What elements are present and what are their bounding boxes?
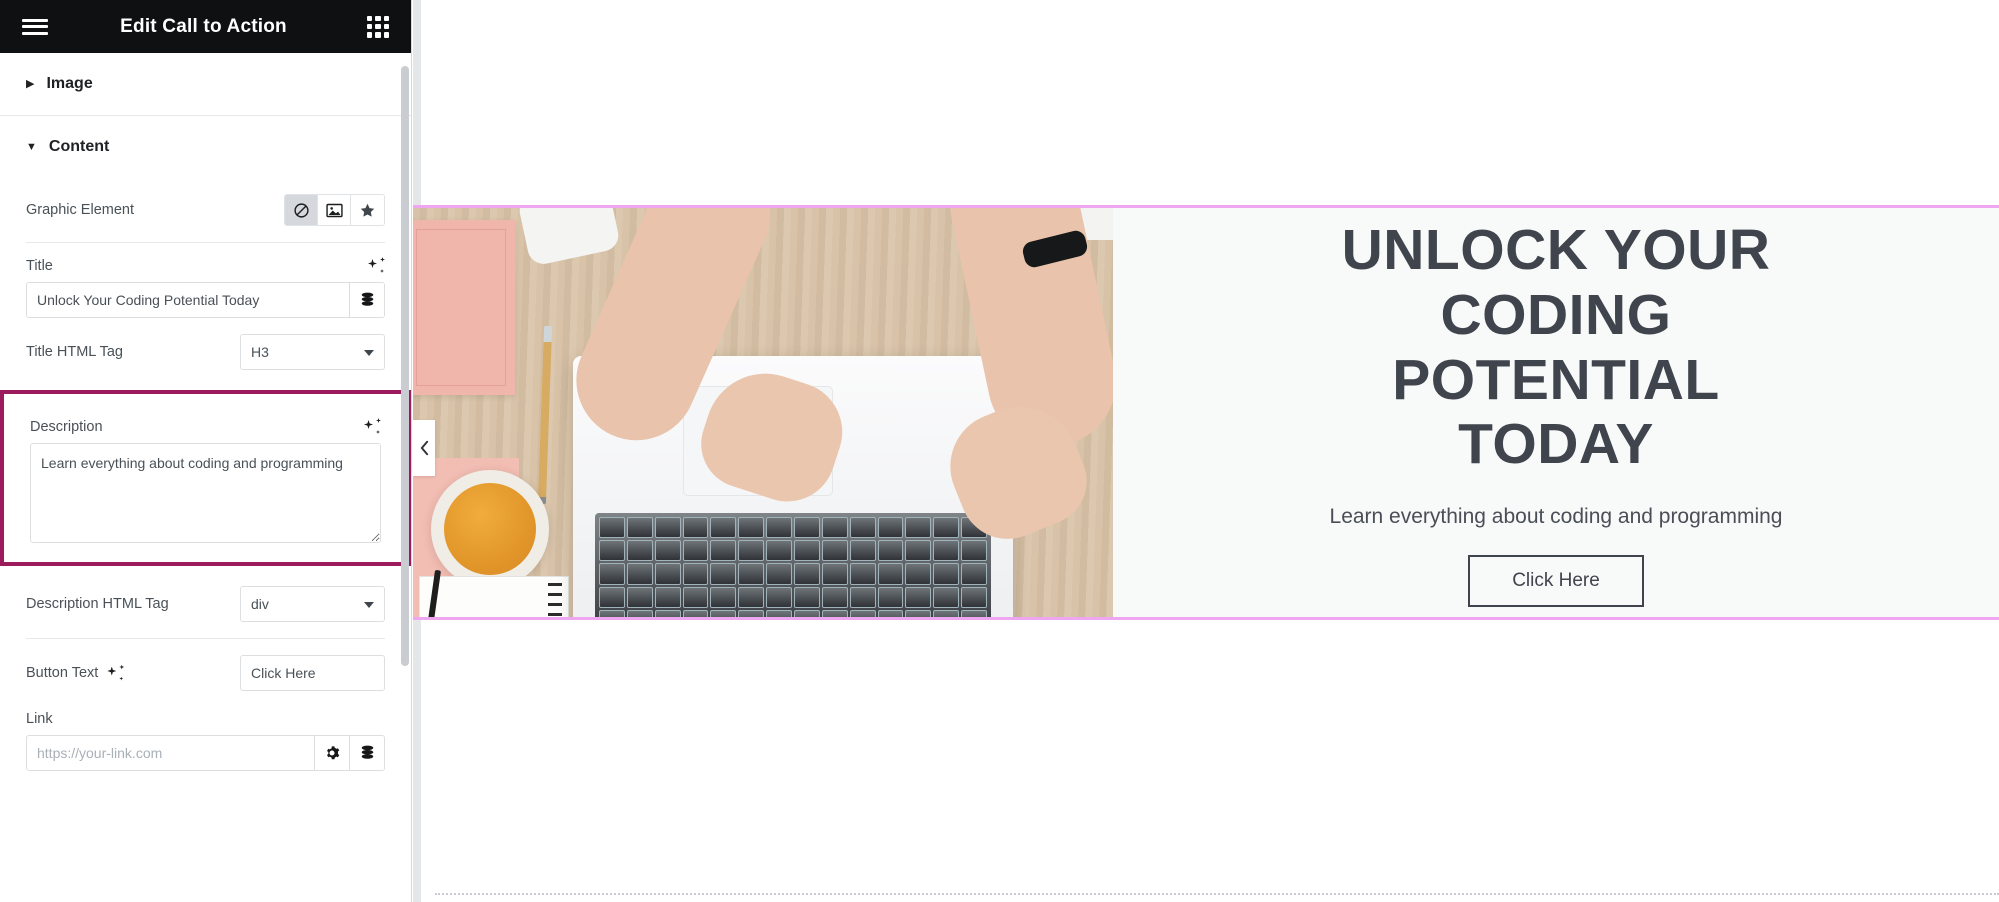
title-input[interactable] — [27, 283, 349, 317]
image-icon — [325, 203, 343, 217]
laptop-keyboard — [595, 513, 991, 617]
panel-scrollbar[interactable] — [401, 66, 409, 849]
pink-notebook — [413, 220, 515, 395]
ai-sparkle-icon[interactable] — [364, 418, 381, 435]
content-section-body: Graphic Element Title Unlock Your Coding… — [0, 178, 411, 781]
graphic-element-none-option[interactable] — [285, 195, 318, 225]
tea-cup — [431, 470, 549, 588]
page-title: Edit Call to Action — [120, 15, 287, 37]
description-html-tag-row: Description HTML Tag div — [26, 566, 385, 639]
section-content-header[interactable]: ▼ Content — [0, 116, 411, 178]
graphic-element-row: Graphic Element — [26, 178, 385, 243]
dynamic-tags-icon — [361, 745, 373, 759]
link-dynamic-tags-button[interactable] — [349, 736, 384, 770]
cta-description[interactable]: Learn everything about coding and progra… — [1330, 505, 1783, 529]
link-options-button[interactable] — [314, 736, 349, 770]
chevron-down-icon: ▼ — [26, 140, 37, 153]
graphic-element-choices[interactable] — [284, 194, 385, 226]
link-input-group — [26, 735, 385, 771]
title-html-tag-select-wrap: H3 — [240, 334, 385, 370]
grid-apps-icon[interactable] — [367, 15, 389, 38]
title-dynamic-tags-button[interactable] — [349, 283, 384, 317]
title-html-tag-row: Title HTML Tag H3 — [26, 318, 385, 386]
dynamic-tags-icon — [361, 292, 373, 306]
circle-slash-icon — [293, 202, 309, 218]
button-text-input-group — [240, 655, 385, 691]
description-highlight-box: Description — [0, 390, 411, 566]
button-text-label: Button Text — [26, 665, 99, 681]
chevron-right-icon: ▶ — [26, 77, 35, 90]
description-html-tag-select-wrap: div — [240, 586, 385, 622]
section-image-header[interactable]: ▶ Image — [0, 53, 411, 116]
description-textarea[interactable] — [30, 443, 381, 543]
description-label-row: Description — [30, 404, 381, 443]
preview-canvas: Unlock Your Coding Potential Today Learn… — [413, 0, 1999, 902]
ai-sparkle-icon[interactable] — [107, 664, 125, 682]
cta-title[interactable]: Unlock Your Coding Potential Today — [1296, 218, 1816, 478]
description-html-tag-select[interactable]: div — [240, 586, 385, 622]
panel-body: ▶ Image ▼ Content Graphic Element Title … — [0, 53, 411, 902]
star-icon — [360, 203, 375, 217]
button-text-row: Button Text — [26, 639, 385, 707]
title-label-row: Title — [26, 243, 385, 282]
spiral-notebook — [419, 576, 569, 617]
link-label: Link — [26, 711, 53, 727]
title-label: Title — [26, 257, 53, 274]
ai-sparkle-icon[interactable] — [368, 257, 385, 274]
panel-collapse-handle[interactable] — [413, 420, 435, 476]
description-html-tag-label: Description HTML Tag — [26, 596, 169, 612]
section-image-label: Image — [46, 75, 93, 92]
link-input[interactable] — [27, 736, 314, 770]
graphic-element-icon-option[interactable] — [351, 195, 384, 225]
section-dropzone-divider — [435, 893, 1999, 895]
cta-button[interactable]: Click Here — [1468, 555, 1644, 608]
panel-scrollbar-thumb[interactable] — [401, 66, 409, 666]
button-text-input[interactable] — [241, 656, 384, 690]
cta-text-block: Unlock Your Coding Potential Today Learn… — [1113, 208, 1999, 617]
title-html-tag-select[interactable]: H3 — [240, 334, 385, 370]
panel-header: Edit Call to Action — [0, 0, 411, 53]
button-text-label-wrap: Button Text — [26, 664, 125, 682]
cta-widget[interactable]: Unlock Your Coding Potential Today Learn… — [413, 205, 1999, 620]
graphic-element-label: Graphic Element — [26, 202, 134, 218]
cta-image[interactable] — [413, 208, 1113, 617]
link-label-row: Link — [26, 707, 385, 735]
chevron-left-icon — [420, 440, 428, 456]
title-html-tag-label: Title HTML Tag — [26, 344, 123, 360]
title-input-group — [26, 282, 385, 318]
section-content-label: Content — [48, 138, 110, 155]
elementor-editor: Edit Call to Action ▶ Image ▼ Content Gr… — [0, 0, 1999, 902]
gear-icon — [327, 746, 340, 760]
graphic-element-image-option[interactable] — [318, 195, 351, 225]
editor-panel: Edit Call to Action ▶ Image ▼ Content Gr… — [0, 0, 412, 902]
description-label: Description — [30, 418, 103, 435]
